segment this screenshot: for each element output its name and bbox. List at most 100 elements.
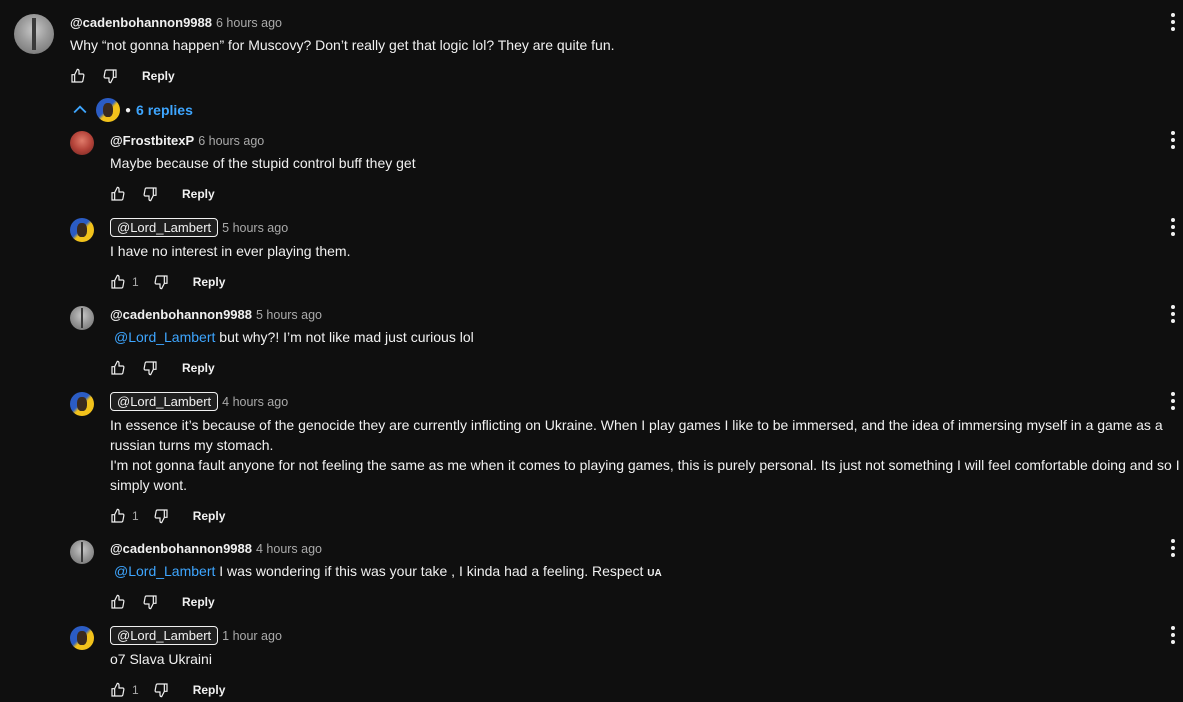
comment-time[interactable]: 1 hour ago — [222, 629, 282, 643]
thumbs-up-icon — [111, 508, 125, 523]
comment-text: In essence it’s because of the genocide … — [110, 415, 1180, 495]
author-avatar[interactable] — [70, 306, 94, 330]
dot — [1171, 399, 1175, 403]
author-avatar[interactable] — [70, 626, 94, 650]
author-avatar[interactable] — [70, 540, 94, 564]
dot — [1171, 312, 1175, 316]
flag-text: UA — [647, 568, 662, 579]
thumbs-up-icon — [111, 682, 125, 697]
like-count: 1 — [132, 275, 139, 289]
comment-actions: Reply — [68, 64, 175, 88]
comment-actions: Reply — [108, 356, 215, 380]
reply-button[interactable]: Reply — [193, 509, 226, 523]
chevron-up-icon — [73, 105, 87, 114]
dislike-button[interactable] — [100, 66, 120, 86]
dot — [1171, 232, 1175, 236]
comment-actions: Reply — [108, 590, 215, 614]
like-button[interactable] — [108, 272, 128, 292]
thumbs-up-icon — [111, 360, 125, 375]
more-options-button[interactable] — [1167, 536, 1179, 560]
like-button[interactable] — [108, 680, 128, 700]
separator-dot: ● — [125, 104, 132, 116]
reply-button[interactable]: Reply — [182, 187, 215, 201]
author-name-chip[interactable]: @Lord_Lambert — [110, 626, 219, 645]
author-name[interactable]: @cadenbohannon9988 — [110, 307, 252, 322]
more-options-button[interactable] — [1167, 389, 1179, 413]
comment-time[interactable]: 5 hours ago — [222, 221, 288, 235]
dislike-button[interactable] — [151, 680, 171, 700]
comment-text: o7 Slava Ukraini — [110, 651, 212, 667]
reply-button[interactable]: Reply — [182, 595, 215, 609]
author-name[interactable]: @cadenbohannon9988 — [70, 15, 212, 30]
comment-header: @cadenbohannon9988 5 hours ago — [110, 307, 322, 322]
author-avatar[interactable] — [14, 14, 54, 54]
author-name-chip[interactable]: @Lord_Lambert — [110, 392, 219, 411]
dot — [1171, 539, 1175, 543]
like-button[interactable] — [108, 184, 128, 204]
comment-time[interactable]: 6 hours ago — [198, 134, 264, 148]
author-name-chip[interactable]: @Lord_Lambert — [110, 218, 219, 237]
author-avatar[interactable] — [70, 131, 94, 155]
comment-actions: Reply — [108, 182, 215, 206]
comment-actions: 1 Reply — [108, 504, 225, 528]
replier-avatar — [96, 98, 120, 122]
dot — [1171, 633, 1175, 637]
comment-text-line: russian turns my stomach. — [110, 437, 274, 453]
more-options-button[interactable] — [1167, 10, 1179, 34]
more-options-button[interactable] — [1167, 215, 1179, 239]
reply-button[interactable]: Reply — [142, 69, 175, 83]
dislike-button[interactable] — [140, 592, 160, 612]
comment-header: @Lord_Lambert 1 hour ago — [110, 626, 282, 645]
author-avatar[interactable] — [70, 218, 94, 242]
dot — [1171, 626, 1175, 630]
more-options-button[interactable] — [1167, 302, 1179, 326]
comment-header: @Lord_Lambert 4 hours ago — [110, 392, 288, 411]
author-name[interactable]: @cadenbohannon9988 — [110, 541, 252, 556]
dot — [1171, 20, 1175, 24]
dot — [1171, 406, 1175, 410]
more-options-button[interactable] — [1167, 623, 1179, 647]
comment-time[interactable]: 4 hours ago — [222, 395, 288, 409]
dot — [1171, 218, 1175, 222]
mention-link[interactable]: @Lord_Lambert — [114, 329, 215, 345]
dislike-button[interactable] — [151, 506, 171, 526]
reply-button[interactable]: Reply — [193, 275, 226, 289]
thumbs-down-icon — [154, 683, 168, 698]
comment-header: @cadenbohannon9988 6 hours ago — [70, 15, 282, 30]
comment-time[interactable]: 5 hours ago — [256, 308, 322, 322]
author-avatar[interactable] — [70, 392, 94, 416]
author-name[interactable]: @FrostbitexP — [110, 133, 194, 148]
comment-text-line: In essence it’s because of the genocide … — [110, 417, 1163, 433]
more-options-button[interactable] — [1167, 128, 1179, 152]
thumbs-up-icon — [111, 186, 125, 201]
thumbs-down-icon — [154, 275, 168, 290]
dot — [1171, 138, 1175, 142]
mention-link[interactable]: @Lord_Lambert — [114, 563, 215, 579]
like-button[interactable] — [68, 66, 88, 86]
dot — [1171, 131, 1175, 135]
dot — [1171, 305, 1175, 309]
dot — [1171, 546, 1175, 550]
comment-time[interactable]: 6 hours ago — [216, 16, 282, 30]
comment-actions: 1 Reply — [108, 270, 225, 294]
thumbs-up-icon — [111, 274, 125, 289]
comment-header: @FrostbitexP 6 hours ago — [110, 133, 264, 148]
reply-button[interactable]: Reply — [182, 361, 215, 375]
thumbs-down-icon — [103, 69, 117, 84]
replies-toggle-button[interactable]: ● 6 replies — [70, 97, 193, 123]
comment-header: @Lord_Lambert 5 hours ago — [110, 218, 288, 237]
dot — [1171, 27, 1175, 31]
comment-header: @cadenbohannon9988 4 hours ago — [110, 541, 322, 556]
like-button[interactable] — [108, 358, 128, 378]
reply-comment: @FrostbitexP 6 hours ago Maybe because of… — [0, 128, 1183, 208]
reply-comment: @cadenbohannon9988 5 hours ago @Lord_Lamb… — [0, 302, 1183, 382]
dislike-button[interactable] — [151, 272, 171, 292]
comment-time[interactable]: 4 hours ago — [256, 542, 322, 556]
like-count: 1 — [132, 509, 139, 523]
reply-button[interactable]: Reply — [193, 683, 226, 697]
like-button[interactable] — [108, 592, 128, 612]
dot — [1171, 640, 1175, 644]
dislike-button[interactable] — [140, 358, 160, 378]
like-button[interactable] — [108, 506, 128, 526]
dislike-button[interactable] — [140, 184, 160, 204]
